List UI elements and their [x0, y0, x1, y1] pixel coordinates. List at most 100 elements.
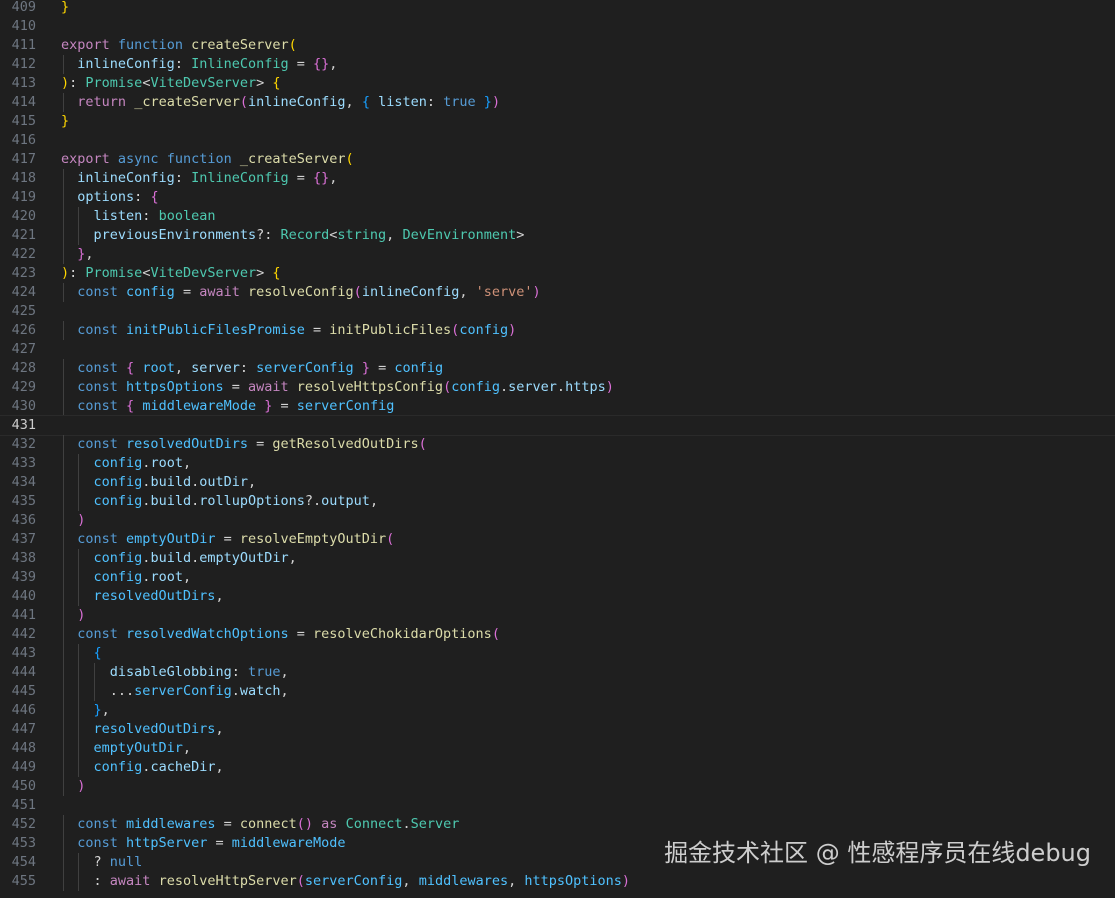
code-line[interactable]: 447 resolvedOutDirs,: [0, 720, 1115, 739]
code-line[interactable]: 437 const emptyOutDir = resolveEmptyOutD…: [0, 530, 1115, 549]
code-line[interactable]: 417 export async function _createServer(: [0, 150, 1115, 169]
code-line[interactable]: 450 ): [0, 777, 1115, 796]
code-line[interactable]: 429 const httpsOptions = await resolveHt…: [0, 378, 1115, 397]
code-token: Connect: [345, 816, 403, 832]
code-line[interactable]: 449 config.cacheDir,: [0, 758, 1115, 777]
code-token: :: [231, 664, 248, 680]
code-token: true: [247, 664, 281, 680]
code-token: serverConfig: [134, 683, 232, 699]
code-line[interactable]: 419 options: {: [0, 188, 1115, 207]
code-line[interactable]: 414 return _createServer(inlineConfig, {…: [0, 93, 1115, 112]
code-token: const: [77, 626, 118, 642]
code-token: const: [77, 531, 118, 547]
code-line[interactable]: 430 const { middlewareMode } = serverCon…: [0, 397, 1115, 416]
line-number: 427: [11, 341, 36, 357]
code-token: .: [556, 379, 566, 395]
code-line[interactable]: 410: [0, 17, 1115, 36]
code-token: ,: [329, 56, 338, 72]
line-code: const resolvedOutDirs = getResolvedOutDi…: [61, 435, 427, 454]
code-token: const: [77, 835, 118, 851]
code-line[interactable]: 415}: [0, 112, 1115, 131]
code-line[interactable]: 439 config.root,: [0, 568, 1115, 587]
line-number: 437: [11, 531, 36, 547]
line-code: export function createServer(: [61, 36, 297, 55]
code-token: .: [191, 493, 200, 509]
code-line[interactable]: 436 ): [0, 511, 1115, 530]
code-line[interactable]: 426 const initPublicFilesPromise = initP…: [0, 321, 1115, 340]
code-line[interactable]: 438 config.build.emptyOutDir,: [0, 549, 1115, 568]
line-code: inlineConfig: InlineConfig = {},: [61, 55, 337, 74]
code-token: ?: [93, 854, 110, 870]
line-code: }: [61, 0, 69, 17]
line-number: 428: [11, 360, 36, 376]
line-number: 410: [11, 18, 36, 34]
code-line[interactable]: 431: [0, 415, 1115, 436]
code-line[interactable]: 427: [0, 340, 1115, 359]
line-code: const config = await resolveConfig(inlin…: [61, 283, 540, 302]
code-token: :: [134, 189, 151, 205]
line-number: 451: [11, 797, 36, 813]
line-number: 432: [11, 436, 36, 452]
code-line[interactable]: 446 },: [0, 701, 1115, 720]
code-token: (: [418, 436, 427, 452]
code-token: build: [150, 474, 192, 490]
code-line[interactable]: 432 const resolvedOutDirs = getResolvedO…: [0, 435, 1115, 454]
code-line[interactable]: 421 previousEnvironments?: Record<string…: [0, 226, 1115, 245]
code-line[interactable]: 455 : await resolveHttpServer(serverConf…: [0, 872, 1115, 891]
line-number: 446: [11, 702, 36, 718]
code-line[interactable]: 412 inlineConfig: InlineConfig = {},: [0, 55, 1115, 74]
code-line[interactable]: 443 {: [0, 644, 1115, 663]
code-line[interactable]: 425: [0, 302, 1115, 321]
code-editor[interactable]: 409} 410 411 export function createServer(4…: [0, 0, 1115, 898]
code-line[interactable]: 422 },: [0, 245, 1115, 264]
line-number: 440: [11, 588, 36, 604]
code-token: cacheDir: [150, 759, 216, 775]
code-line[interactable]: 420 listen: boolean: [0, 207, 1115, 226]
code-line[interactable]: 428 const { root, server: serverConfig }…: [0, 359, 1115, 378]
code-line[interactable]: 411 export function createServer(: [0, 36, 1115, 55]
code-line[interactable]: 452 const middlewares = connect() as Con…: [0, 815, 1115, 834]
line-code: disableGlobbing: true,: [61, 663, 289, 682]
code-line[interactable]: 413): Promise<ViteDevServer> {: [0, 74, 1115, 93]
code-token: config: [93, 493, 143, 509]
line-number: 448: [11, 740, 36, 756]
code-line[interactable]: 440 resolvedOutDirs,: [0, 587, 1115, 606]
line-code: config.cacheDir,: [61, 758, 224, 777]
code-token: ): [61, 75, 70, 91]
line-number: 443: [11, 645, 36, 661]
code-line[interactable]: 423): Promise<ViteDevServer> {: [0, 264, 1115, 283]
line-number: 416: [11, 132, 36, 148]
code-line[interactable]: 435 config.build.rollupOptions?.output,: [0, 492, 1115, 511]
code-line[interactable]: 451: [0, 796, 1115, 815]
code-token: resolvedOutDirs: [93, 721, 216, 737]
code-line[interactable]: 434 config.build.outDir,: [0, 473, 1115, 492]
line-code: resolvedOutDirs,: [61, 587, 224, 606]
code-token: getResolvedOutDirs: [272, 436, 419, 452]
code-line[interactable]: 418 inlineConfig: InlineConfig = {},: [0, 169, 1115, 188]
line-number: 447: [11, 721, 36, 737]
code-line[interactable]: 442 const resolvedWatchOptions = resolve…: [0, 625, 1115, 644]
code-token: ): [77, 607, 86, 623]
code-line[interactable]: 433 config.root,: [0, 454, 1115, 473]
line-code: previousEnvironments?: Record<string, De…: [61, 226, 525, 245]
code-token: =: [369, 360, 395, 376]
code-line[interactable]: 416: [0, 131, 1115, 150]
code-line[interactable]: 448 emptyOutDir,: [0, 739, 1115, 758]
code-token: :: [142, 208, 159, 224]
code-line[interactable]: 441 ): [0, 606, 1115, 625]
code-line[interactable]: 424 const config = await resolveConfig(i…: [0, 283, 1115, 302]
code-line[interactable]: 445 ...serverConfig.watch,: [0, 682, 1115, 701]
code-line[interactable]: 444 disableGlobbing: true,: [0, 663, 1115, 682]
code-line[interactable]: 409}: [0, 0, 1115, 17]
code-token: httpServer: [126, 835, 208, 851]
